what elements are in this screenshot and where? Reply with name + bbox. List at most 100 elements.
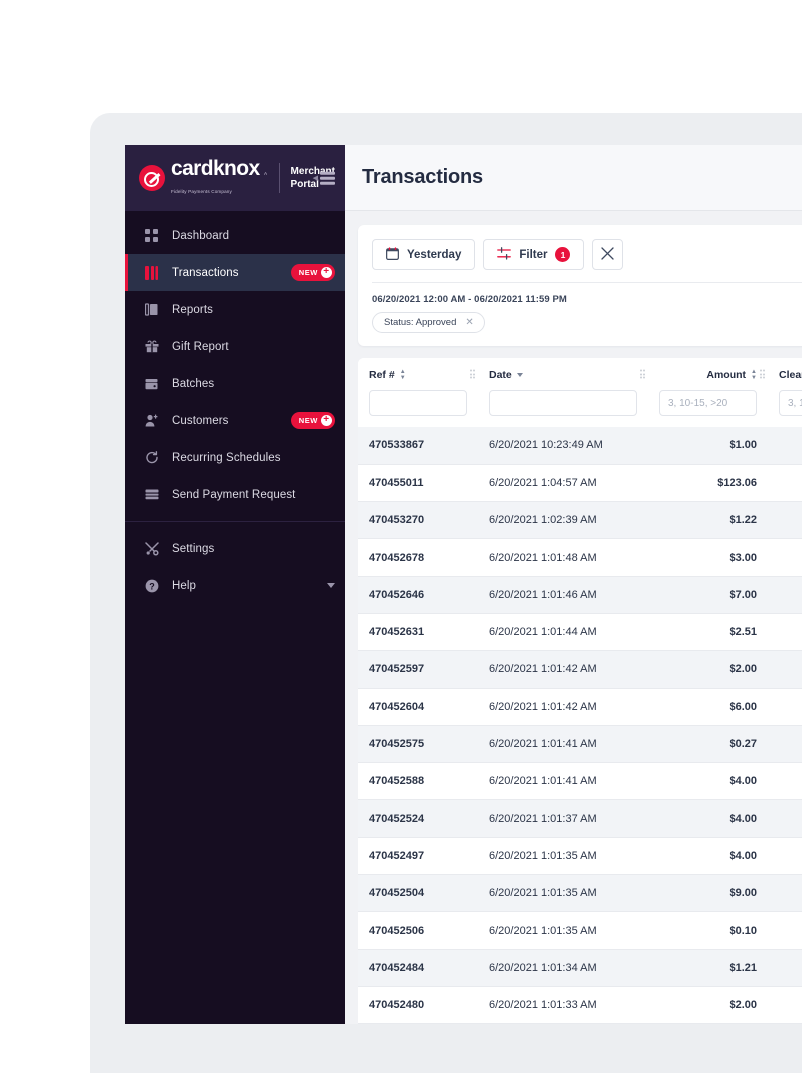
sort-icon[interactable]: ▲▼ <box>751 370 757 381</box>
sidebar-item-recurring-schedules[interactable]: Recurring Schedules <box>125 439 345 476</box>
calendar-icon <box>386 247 399 263</box>
cell-amount: $123.06 <box>648 464 768 501</box>
table-row[interactable]: 4704525066/20/2021 1:01:35 AM$0.10 <box>358 912 802 949</box>
sidebar-item-settings[interactable]: Settings <box>125 530 345 567</box>
filter-input-date[interactable] <box>489 390 637 416</box>
cell-amount: $4.00 <box>648 800 768 837</box>
sidebar-collapse-button[interactable]: ◀ <box>313 172 335 185</box>
filter-cell-date <box>478 390 648 427</box>
cell-ref: 470452524 <box>358 800 478 837</box>
table-row[interactable]: 4704526046/20/2021 1:01:42 AM$6.00 <box>358 688 802 725</box>
cell-date: 6/20/2021 1:01:46 AM <box>478 576 648 613</box>
cell-ref: 470452504 <box>358 875 478 912</box>
cell-cleared <box>768 912 802 949</box>
filter-chip-status[interactable]: Status: Approved ✕ <box>372 312 485 333</box>
sort-descending-icon[interactable] <box>517 373 523 377</box>
cell-ref: 470452678 <box>358 539 478 576</box>
date-range-button[interactable]: Yesterday <box>372 239 475 270</box>
sidebar-item-label: Gift Report <box>172 341 335 353</box>
sidebar-item-label: Dashboard <box>172 230 335 242</box>
plus-icon: + <box>321 415 332 426</box>
reports-book-icon <box>143 303 160 316</box>
table-row[interactable]: 4704524806/20/2021 1:01:33 AM$2.00 <box>358 986 802 1023</box>
transactions-icon <box>143 266 160 280</box>
cell-ref: 470455011 <box>358 464 478 501</box>
sort-icon[interactable]: ▲▼ <box>400 370 406 381</box>
filter-input-amount[interactable] <box>659 390 757 416</box>
cell-amount: $4.00 <box>648 837 768 874</box>
tools-icon <box>143 542 160 556</box>
chevron-down-icon[interactable] <box>327 583 335 588</box>
hamburger-icon <box>320 172 335 185</box>
column-header-ref[interactable]: Ref # ▲▼ <box>358 358 478 390</box>
filter-chip-label: Status: Approved <box>384 317 456 328</box>
table-row[interactable]: 4704526316/20/2021 1:01:44 AM$2.51 <box>358 613 802 650</box>
cell-amount: $1.21 <box>648 949 768 986</box>
table-row[interactable]: 4704532706/20/2021 1:02:39 AM$1.22 <box>358 502 802 539</box>
table-row[interactable]: 4704525886/20/2021 1:01:41 AM$4.00 <box>358 763 802 800</box>
sidebar-item-label: Transactions <box>172 267 291 279</box>
table-row[interactable]: 4705338676/20/2021 10:23:49 AM$1.00 <box>358 427 802 464</box>
column-header-cleared[interactable]: Cleared <box>768 358 802 390</box>
transactions-table: Ref # ▲▼ Date <box>358 358 802 1024</box>
table-row[interactable]: 4704525046/20/2021 1:01:35 AM$9.00 <box>358 875 802 912</box>
cell-ref: 470452497 <box>358 837 478 874</box>
filter-input-ref[interactable] <box>369 390 467 416</box>
svg-text:?: ? <box>149 581 155 591</box>
column-header-amount[interactable]: Amount ▲▼ <box>648 358 768 390</box>
cell-cleared <box>768 613 802 650</box>
column-header-date[interactable]: Date <box>478 358 648 390</box>
cell-amount: $2.00 <box>648 651 768 688</box>
sidebar-item-dashboard[interactable]: Dashboard <box>125 217 345 254</box>
table-row[interactable]: 4704526466/20/2021 1:01:46 AM$7.00 <box>358 576 802 613</box>
table-row[interactable]: 4704524976/20/2021 1:01:35 AM$4.00 <box>358 837 802 874</box>
sidebar-item-batches[interactable]: Batches <box>125 365 345 402</box>
close-x-icon[interactable]: ✕ <box>465 317 473 328</box>
filter-cell-amount <box>648 390 768 427</box>
sidebar-item-customers[interactable]: Customers NEW + <box>125 402 345 439</box>
table-row[interactable]: 4704525756/20/2021 1:01:41 AM$0.27 <box>358 725 802 762</box>
sidebar-item-transactions[interactable]: Transactions NEW + <box>125 254 345 291</box>
filter-cell-cleared <box>768 390 802 427</box>
column-header-label: Cleared <box>779 369 802 381</box>
clear-filters-button[interactable] <box>592 239 623 270</box>
plus-icon: + <box>321 267 332 278</box>
sidebar-item-send-payment-request[interactable]: Send Payment Request <box>125 476 345 513</box>
table-row[interactable]: 4704524846/20/2021 1:01:34 AM$1.21 <box>358 949 802 986</box>
date-range-button-label: Yesterday <box>407 249 461 261</box>
cell-cleared <box>768 539 802 576</box>
cell-ref: 470452631 <box>358 613 478 650</box>
table-row[interactable]: 4704550116/20/2021 1:04:57 AM$123.06 <box>358 464 802 501</box>
cell-ref: 470452597 <box>358 651 478 688</box>
new-badge-customers[interactable]: NEW + <box>291 412 335 429</box>
cell-ref: 470452506 <box>358 912 478 949</box>
column-header-label: Ref # <box>369 369 395 381</box>
table-row[interactable]: 4704526786/20/2021 1:01:48 AM$3.00 <box>358 539 802 576</box>
cell-date: 6/20/2021 1:01:41 AM <box>478 725 648 762</box>
column-resize-handle[interactable] <box>640 370 646 379</box>
table-row[interactable]: 4704525246/20/2021 1:01:37 AM$4.00 <box>358 800 802 837</box>
table-row[interactable]: 4704525976/20/2021 1:01:42 AM$2.00 <box>358 651 802 688</box>
new-badge-transactions[interactable]: NEW + <box>291 264 335 281</box>
table-header: Ref # ▲▼ Date <box>358 358 802 427</box>
sidebar-item-reports[interactable]: Reports <box>125 291 345 328</box>
cell-date: 6/20/2021 1:01:41 AM <box>478 763 648 800</box>
sidebar-item-label: Settings <box>172 543 335 555</box>
filter-input-cleared[interactable] <box>779 390 802 416</box>
filter-sliders-icon <box>497 247 511 263</box>
sidebar-item-help[interactable]: ? Help <box>125 567 345 604</box>
cell-date: 6/20/2021 1:01:34 AM <box>478 949 648 986</box>
sidebar-item-gift-report[interactable]: Gift Report <box>125 328 345 365</box>
column-resize-handle[interactable] <box>760 370 766 379</box>
cell-ref: 470533867 <box>358 427 478 464</box>
column-resize-handle[interactable] <box>470 370 476 379</box>
cell-cleared <box>768 763 802 800</box>
batches-folder-icon <box>143 378 160 390</box>
cell-cleared <box>768 986 802 1023</box>
cell-cleared <box>768 800 802 837</box>
column-header-label: Amount <box>706 369 746 381</box>
sidebar-divider <box>125 521 345 522</box>
column-header-label: Date <box>489 369 512 381</box>
cell-amount: $4.00 <box>648 763 768 800</box>
filter-button[interactable]: Filter 1 <box>483 239 584 270</box>
